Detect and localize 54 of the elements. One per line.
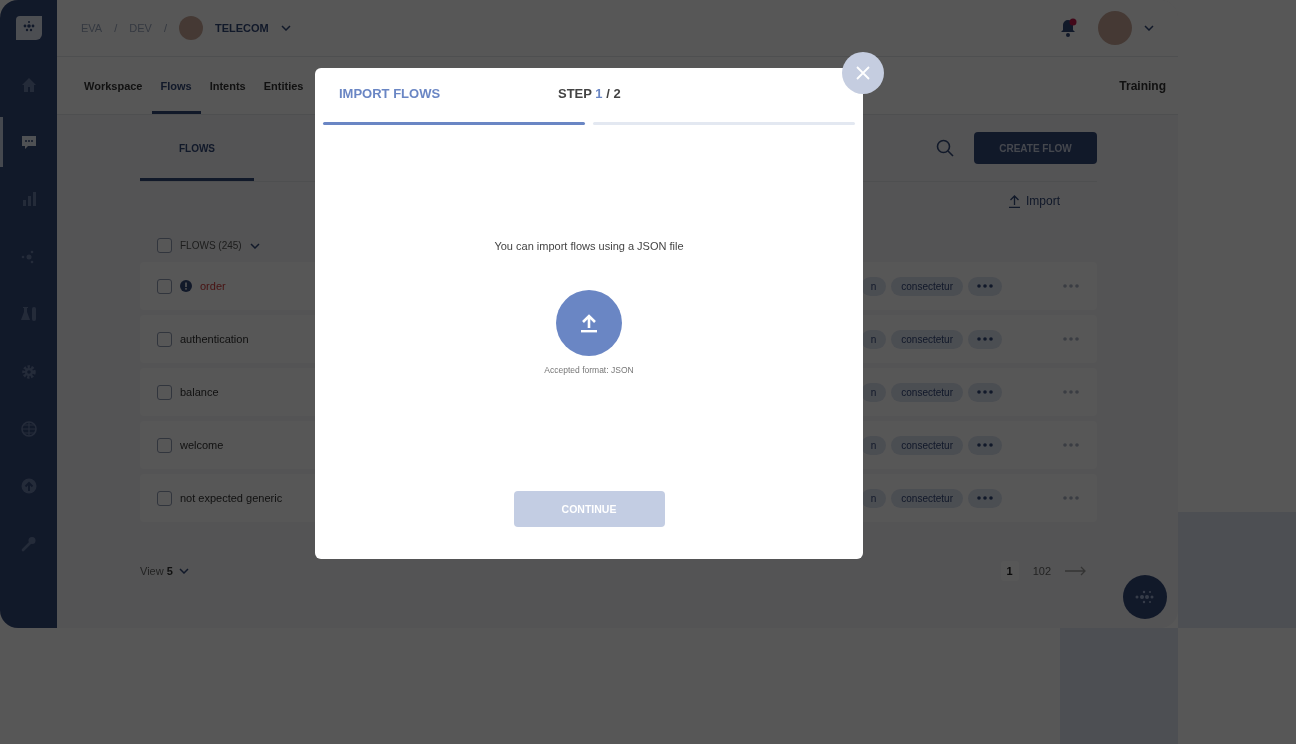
checkbox[interactable] bbox=[157, 331, 172, 347]
checkbox[interactable] bbox=[157, 437, 172, 453]
user-avatar[interactable] bbox=[1098, 11, 1132, 45]
flow-name: welcome bbox=[180, 439, 224, 451]
nav-tab[interactable]: Training bbox=[1119, 57, 1166, 114]
dialog-title: IMPORT FLOWS bbox=[339, 85, 442, 101]
flow-name: authentication bbox=[180, 333, 249, 345]
arrow-right-icon[interactable] bbox=[1065, 566, 1087, 576]
more-tags-button[interactable] bbox=[968, 276, 1002, 296]
dialog-message: You can import flows using a JSON file bbox=[494, 240, 684, 252]
checkbox[interactable] bbox=[157, 238, 172, 253]
chevron-down-icon bbox=[249, 242, 260, 249]
breadcrumb-item[interactable]: / bbox=[163, 22, 167, 34]
avatar bbox=[178, 16, 203, 40]
tag: consectetur bbox=[891, 435, 963, 455]
nav-tab[interactable]: Workspace bbox=[75, 57, 152, 114]
step-indicator: STEP 1 / 2 bbox=[558, 85, 621, 101]
tag: consectetur bbox=[891, 488, 963, 508]
more-tags-button[interactable] bbox=[968, 435, 1002, 455]
more-tags-button[interactable] bbox=[968, 329, 1002, 349]
more-tags-button[interactable] bbox=[968, 382, 1002, 402]
close-icon bbox=[855, 65, 871, 81]
more-icon[interactable] bbox=[977, 496, 993, 500]
chevron-down-icon bbox=[178, 568, 189, 574]
chat-icon bbox=[19, 133, 38, 152]
checkbox[interactable] bbox=[157, 384, 172, 400]
more-icon[interactable] bbox=[977, 284, 993, 288]
chevron-down-icon bbox=[1144, 25, 1154, 31]
upload-icon bbox=[1009, 194, 1020, 208]
nav-tab[interactable]: Flows bbox=[151, 57, 201, 114]
more-tags-button[interactable] bbox=[968, 488, 1002, 508]
logo-icon[interactable] bbox=[15, 16, 42, 40]
more-icon[interactable] bbox=[977, 390, 993, 394]
checkbox[interactable] bbox=[157, 278, 172, 294]
flow-name: order bbox=[200, 280, 226, 292]
search-icon[interactable] bbox=[936, 139, 954, 157]
nav-tab[interactable]: Intents bbox=[200, 57, 255, 114]
tag: consectetur bbox=[891, 329, 963, 349]
project-name[interactable]: TELECOM bbox=[214, 22, 269, 34]
chevron-down-icon bbox=[280, 25, 291, 31]
more-icon[interactable] bbox=[977, 443, 993, 447]
tag: consectetur bbox=[891, 382, 963, 402]
more-icon[interactable] bbox=[977, 337, 993, 341]
breadcrumb-item[interactable]: / bbox=[114, 22, 118, 34]
flow-name: not expected generic bbox=[180, 492, 283, 504]
tag: consectetur bbox=[891, 276, 963, 296]
sub-tab[interactable]: FLOWS bbox=[140, 115, 254, 181]
flow-name: balance bbox=[180, 386, 219, 398]
nav-tab[interactable]: Entities bbox=[254, 57, 313, 114]
format-caption: Accepted format: JSON bbox=[544, 365, 634, 375]
import-link[interactable]: Import bbox=[1009, 194, 1060, 208]
checkbox[interactable] bbox=[157, 490, 172, 506]
list-header[interactable]: FLOWS (245) bbox=[180, 240, 242, 251]
upload-icon bbox=[580, 313, 598, 333]
